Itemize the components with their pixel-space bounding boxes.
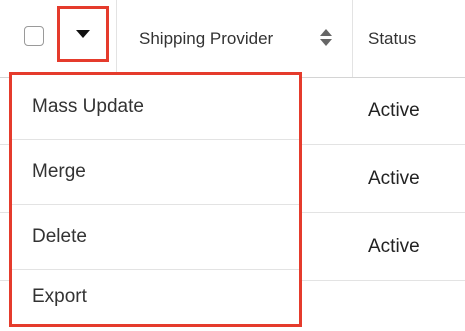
menu-item-merge[interactable]: Merge <box>12 140 299 204</box>
column-divider <box>116 0 117 77</box>
select-all-checkbox[interactable] <box>24 26 44 46</box>
sort-icon[interactable] <box>320 29 332 47</box>
table-row-status: Active <box>368 236 420 257</box>
table-row-status: Active <box>368 168 420 189</box>
menu-item-delete[interactable]: Delete <box>12 205 299 269</box>
caret-down-icon <box>76 30 90 38</box>
list-header: Shipping Provider Status <box>0 0 465 78</box>
actions-dropdown-menu: Mass Update Merge Delete Export <box>9 72 302 327</box>
menu-item-export[interactable]: Export <box>12 270 299 324</box>
column-divider <box>352 0 353 77</box>
column-header-shipping-provider[interactable]: Shipping Provider <box>139 29 273 49</box>
menu-item-mass-update[interactable]: Mass Update <box>12 75 299 139</box>
column-header-status[interactable]: Status <box>368 29 416 49</box>
table-row-status: Active <box>368 100 420 121</box>
actions-dropdown-button[interactable] <box>57 6 109 62</box>
